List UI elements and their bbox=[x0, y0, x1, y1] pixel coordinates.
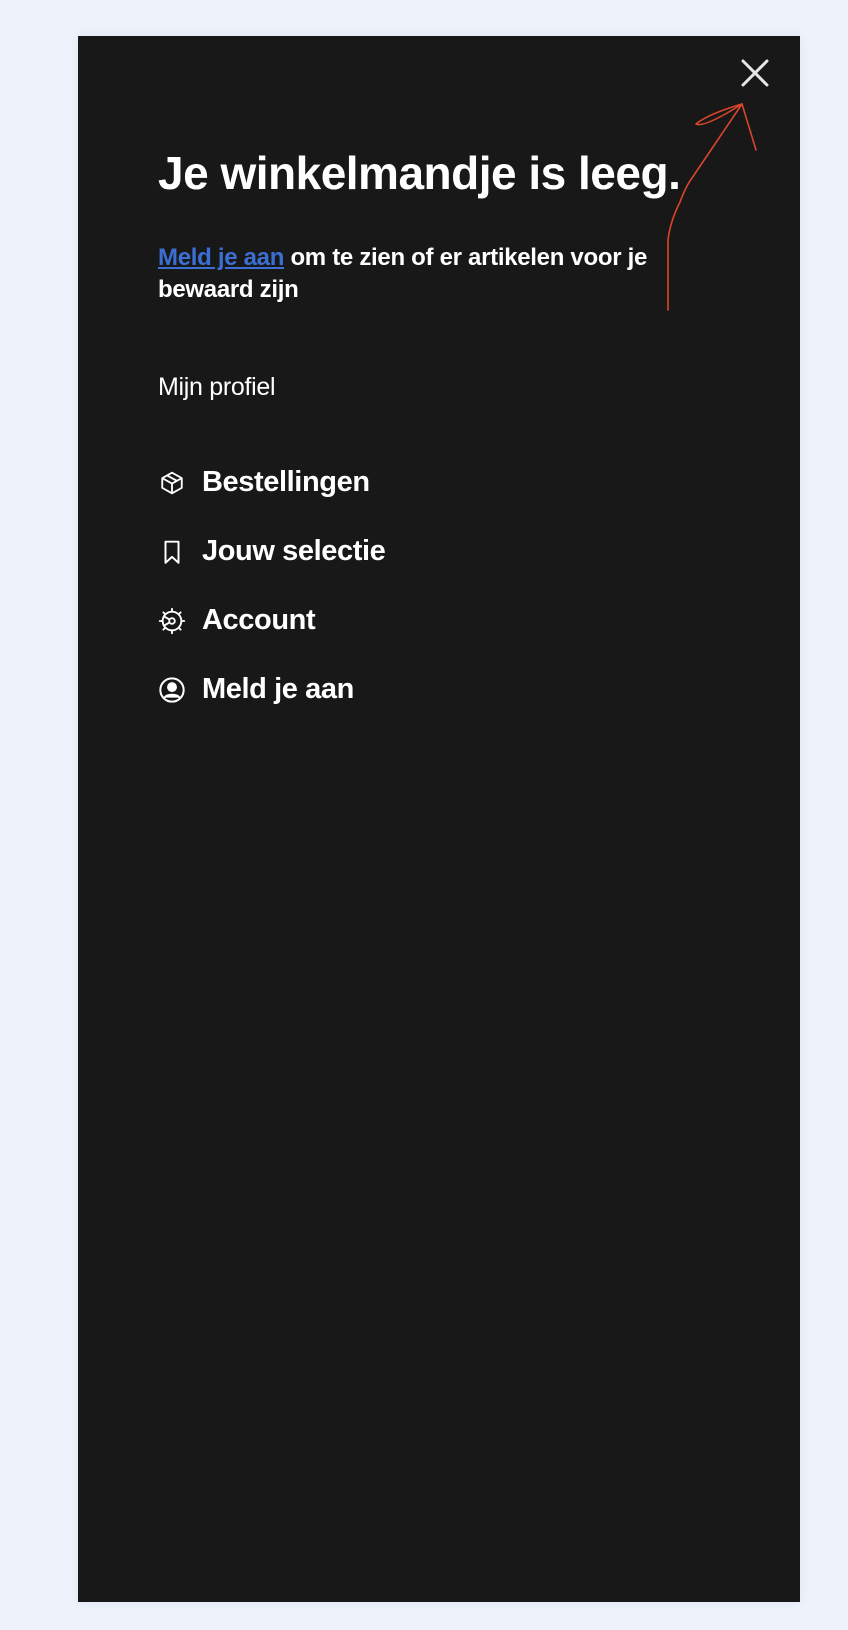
empty-cart-title: Je winkelmandje is leeg. bbox=[158, 147, 681, 199]
profile-item-label: Meld je aan bbox=[202, 673, 354, 705]
profile-section-label: Mijn profiel bbox=[158, 373, 276, 401]
cart-panel: Je winkelmandje is leeg. Meld je aan om … bbox=[78, 36, 800, 1602]
close-icon[interactable] bbox=[738, 56, 772, 90]
signin-link[interactable]: Meld je aan bbox=[158, 244, 284, 271]
profile-item-selection[interactable]: Jouw selectie bbox=[158, 517, 678, 586]
signin-message: Meld je aan om te zien of er artikelen v… bbox=[158, 242, 678, 306]
close-button[interactable] bbox=[738, 56, 772, 90]
profile-item-label: Bestellingen bbox=[202, 466, 370, 498]
bookmark-icon bbox=[158, 538, 186, 566]
profile-item-signin[interactable]: Meld je aan bbox=[158, 655, 678, 724]
package-icon bbox=[158, 469, 186, 497]
profile-item-account[interactable]: Account bbox=[158, 586, 678, 655]
profile-item-orders[interactable]: Bestellingen bbox=[158, 448, 678, 517]
gear-icon bbox=[158, 607, 186, 635]
profile-menu: Bestellingen Jouw selectie Account Meld … bbox=[158, 448, 678, 724]
profile-item-label: Account bbox=[202, 604, 316, 636]
user-circle-icon bbox=[158, 676, 186, 704]
profile-item-label: Jouw selectie bbox=[202, 535, 386, 567]
